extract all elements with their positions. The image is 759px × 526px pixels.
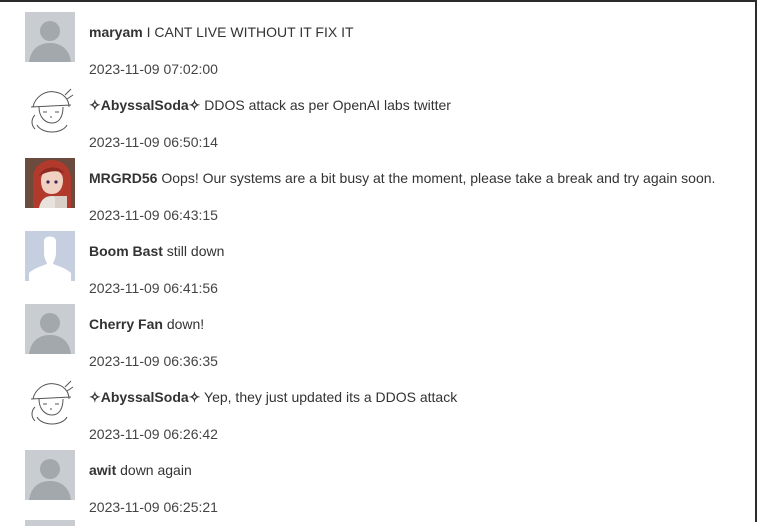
default-user-icon[interactable] [25,12,75,62]
comment-timestamp: 2023-11-09 06:36:35 [89,353,218,369]
comment-timestamp: 2023-11-09 06:41:56 [89,280,218,296]
comment-author[interactable]: MRGRD56 [89,170,157,186]
comment-item: maryam I CANT LIVE WITHOUT IT FIX IT 202… [25,12,745,85]
anime-character-avatar[interactable] [25,158,75,208]
comment-item: awit down again 2023-11-09 06:25:21 [25,450,745,523]
next-comment-avatar-icon [25,520,75,526]
comment-line: Cherry Fan down! [89,315,204,333]
comment-author[interactable]: ✧AbyssalSoda✧ [89,97,200,113]
comment-line: maryam I CANT LIVE WITHOUT IT FIX IT [89,23,354,41]
comment-line: Boom Bast still down [89,242,224,260]
comment-feed: maryam I CANT LIVE WITHOUT IT FIX IT 202… [0,0,757,526]
comment-author[interactable]: awit [89,462,116,478]
default-user-icon[interactable] [25,450,75,500]
comment-item: ✧AbyssalSoda✧ DDOS attack as per OpenAI … [25,85,745,158]
comment-text: Yep, they just updated its a DDOS attack [204,389,458,405]
sketch-character-avatar[interactable] [25,377,75,427]
default-user-icon[interactable] [25,304,75,354]
comment-author[interactable]: Cherry Fan [89,316,163,332]
comment-timestamp: 2023-11-09 06:50:14 [89,134,218,150]
comment-timestamp: 2023-11-09 07:02:00 [89,61,218,77]
comment-line: ✧AbyssalSoda✧ Yep, they just updated its… [89,388,457,406]
comment-text: DDOS attack as per OpenAI labs twitter [204,97,451,113]
silhouette-user-icon[interactable] [25,231,75,281]
comment-timestamp: 2023-11-09 06:26:42 [89,426,218,442]
comment-author[interactable]: maryam [89,24,143,40]
comment-text: down! [166,316,205,332]
comment-timestamp: 2023-11-09 06:25:21 [89,499,218,515]
comment-text: Oops! Our systems are a bit busy at the … [161,170,716,186]
comment-text: down again [120,462,192,478]
comment-item: ✧AbyssalSoda✧ Yep, they just updated its… [25,377,745,450]
comment-author[interactable]: Boom Bast [89,243,163,259]
comment-line: ✧AbyssalSoda✧ DDOS attack as per OpenAI … [89,96,451,114]
comment-item: Cherry Fan down! 2023-11-09 06:36:35 [25,304,745,377]
sketch-character-avatar[interactable] [25,85,75,135]
comment-text: I CANT LIVE WITHOUT IT FIX IT [146,24,354,40]
comment-timestamp: 2023-11-09 06:43:15 [89,207,218,223]
comment-line: MRGRD56 Oops! Our systems are a bit busy… [89,169,715,187]
comment-item: Boom Bast still down 2023-11-09 06:41:56 [25,231,745,304]
comment-text: still down [166,243,225,259]
comment-line: awit down again [89,461,192,479]
comment-author[interactable]: ✧AbyssalSoda✧ [89,389,200,405]
comment-item: MRGRD56 Oops! Our systems are a bit busy… [25,158,745,231]
